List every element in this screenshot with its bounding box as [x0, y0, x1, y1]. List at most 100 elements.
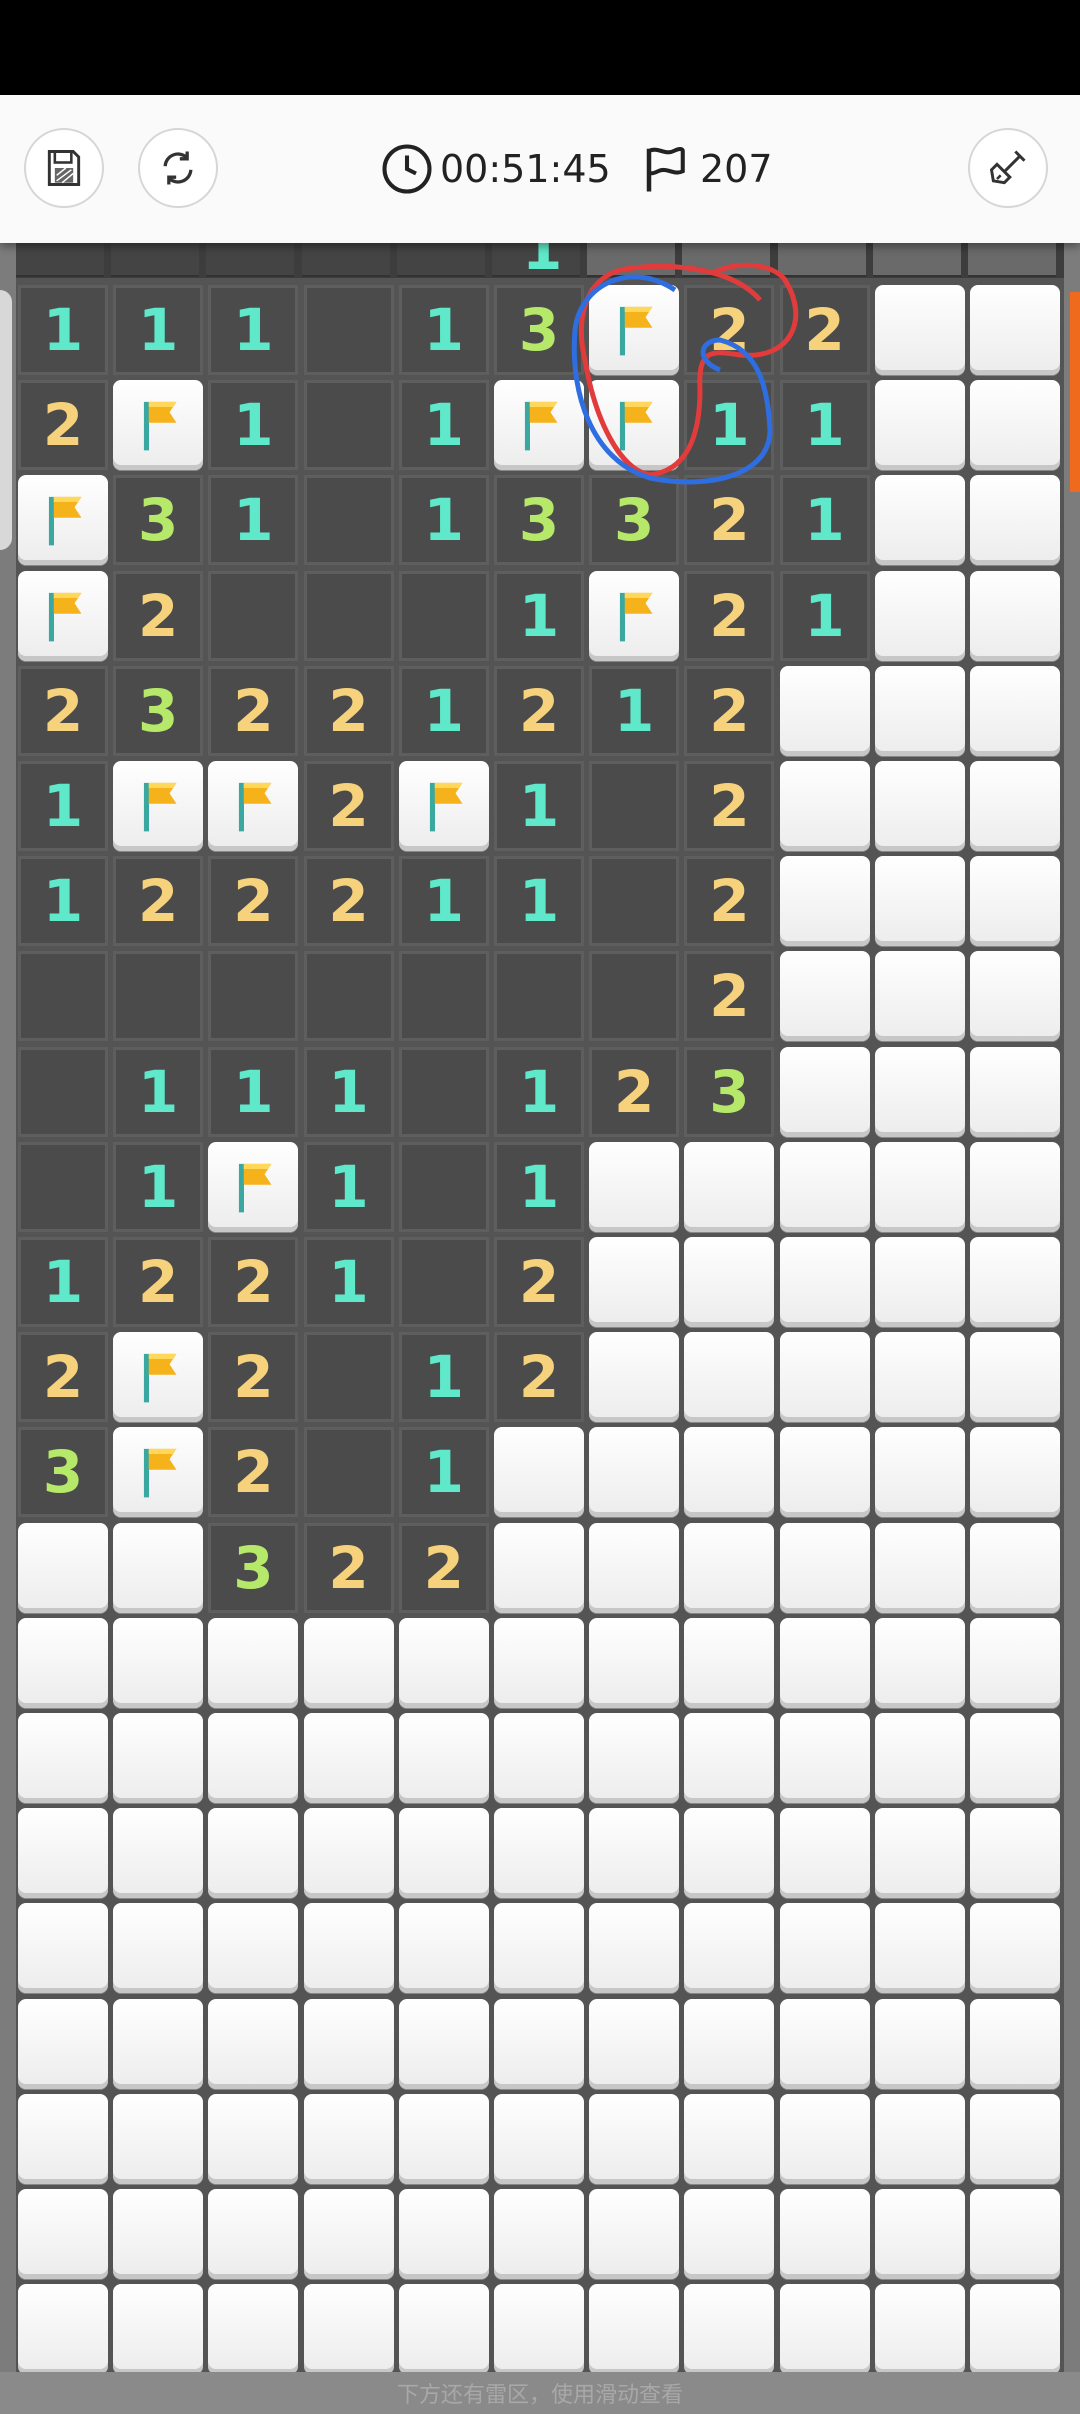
covered-cell[interactable]	[684, 1808, 775, 1899]
covered-cell[interactable]	[779, 1427, 870, 1518]
covered-cell[interactable]	[874, 1522, 965, 1613]
covered-cell[interactable]	[874, 1427, 965, 1518]
flagged-cell[interactable]	[398, 761, 489, 851]
covered-cell[interactable]	[113, 2284, 204, 2375]
covered-cell[interactable]	[684, 1237, 775, 1327]
covered-cell[interactable]	[589, 1141, 680, 1232]
flagged-cell[interactable]	[113, 1427, 204, 1518]
covered-cell[interactable]	[113, 2189, 204, 2279]
covered-cell[interactable]	[874, 2284, 965, 2375]
number-cell[interactable]: 1	[494, 1046, 584, 1137]
covered-cell[interactable]	[208, 1713, 299, 1803]
covered-cell[interactable]	[494, 1713, 584, 1803]
covered-cell[interactable]	[779, 1332, 870, 1423]
covered-cell[interactable]	[684, 1617, 775, 1708]
number-cell[interactable]: 1	[494, 570, 584, 661]
covered-cell[interactable]	[874, 1998, 965, 2089]
covered-cell[interactable]	[208, 2189, 299, 2279]
number-cell[interactable]: 1	[303, 1141, 394, 1232]
covered-cell[interactable]	[589, 2189, 680, 2279]
covered-cell[interactable]	[874, 285, 965, 375]
empty-cell[interactable]	[18, 1046, 108, 1137]
number-cell[interactable]: 1	[113, 1046, 204, 1137]
covered-cell[interactable]	[874, 1903, 965, 1994]
number-cell[interactable]: 3	[113, 665, 204, 756]
number-cell[interactable]: 1	[113, 1141, 204, 1232]
covered-cell[interactable]	[589, 1332, 680, 1423]
covered-cell[interactable]	[303, 1617, 394, 1708]
number-cell[interactable]: 2	[113, 570, 204, 661]
covered-cell[interactable]	[398, 2284, 489, 2375]
covered-cell[interactable]	[113, 2093, 204, 2184]
number-cell[interactable]: 1	[208, 285, 299, 375]
covered-cell[interactable]	[589, 1808, 680, 1899]
number-cell[interactable]: 1	[589, 665, 680, 756]
covered-cell[interactable]	[208, 1998, 299, 2089]
number-cell[interactable]: 3	[494, 475, 584, 566]
covered-cell[interactable]	[684, 2189, 775, 2279]
covered-cell[interactable]	[779, 761, 870, 851]
covered-cell[interactable]	[779, 2284, 870, 2375]
number-cell[interactable]: 2	[18, 665, 108, 756]
covered-cell[interactable]	[684, 2093, 775, 2184]
flagged-cell[interactable]	[113, 380, 204, 471]
shovel-button[interactable]	[968, 128, 1048, 208]
covered-cell[interactable]	[589, 1903, 680, 1994]
number-cell[interactable]: 2	[494, 665, 584, 756]
number-cell[interactable]: 2	[303, 856, 394, 947]
empty-cell[interactable]	[398, 1141, 489, 1232]
number-cell[interactable]: 1	[779, 475, 870, 566]
covered-cell[interactable]	[970, 1046, 1060, 1137]
covered-cell[interactable]	[970, 1332, 1060, 1423]
covered-cell[interactable]	[970, 1141, 1060, 1232]
covered-cell[interactable]	[303, 1713, 394, 1803]
flagged-cell[interactable]	[208, 761, 299, 851]
flagged-cell[interactable]	[113, 1332, 204, 1423]
number-cell[interactable]: 2	[208, 665, 299, 756]
empty-cell[interactable]	[398, 570, 489, 661]
covered-cell[interactable]	[874, 380, 965, 471]
covered-cell[interactable]	[874, 1237, 965, 1327]
number-cell[interactable]: 1	[208, 475, 299, 566]
covered-cell[interactable]	[874, 1713, 965, 1803]
covered-cell[interactable]	[779, 1808, 870, 1899]
number-cell[interactable]: 2	[494, 1237, 584, 1327]
covered-cell[interactable]	[684, 1332, 775, 1423]
covered-cell[interactable]	[113, 1617, 204, 1708]
empty-cell[interactable]	[18, 951, 108, 1042]
number-cell[interactable]: 2	[684, 570, 775, 661]
covered-cell[interactable]	[398, 2093, 489, 2184]
covered-cell[interactable]	[18, 1617, 108, 1708]
covered-cell[interactable]	[589, 2093, 680, 2184]
empty-cell[interactable]	[208, 951, 299, 1042]
empty-cell[interactable]	[303, 475, 394, 566]
number-cell[interactable]: 2	[779, 285, 870, 375]
number-cell[interactable]: 1	[779, 570, 870, 661]
covered-cell[interactable]	[589, 1427, 680, 1518]
covered-cell[interactable]	[113, 1713, 204, 1803]
number-cell[interactable]: 2	[303, 665, 394, 756]
covered-cell[interactable]	[398, 1808, 489, 1899]
covered-cell[interactable]	[874, 1617, 965, 1708]
covered-cell[interactable]	[18, 1522, 108, 1613]
covered-cell[interactable]	[874, 475, 965, 566]
number-cell[interactable]: 2	[684, 761, 775, 851]
number-cell[interactable]: 1	[18, 1237, 108, 1327]
number-cell[interactable]: 1	[208, 1046, 299, 1137]
covered-cell[interactable]	[970, 1713, 1060, 1803]
empty-cell[interactable]	[113, 951, 204, 1042]
covered-cell[interactable]	[970, 380, 1060, 471]
covered-cell[interactable]	[494, 2093, 584, 2184]
covered-cell[interactable]	[970, 665, 1060, 756]
number-cell[interactable]: 2	[589, 1046, 680, 1137]
number-cell[interactable]: 1	[18, 285, 108, 375]
flagged-cell[interactable]	[494, 380, 584, 471]
covered-cell[interactable]	[874, 1808, 965, 1899]
empty-cell[interactable]	[303, 951, 394, 1042]
empty-cell[interactable]	[589, 761, 680, 851]
covered-cell[interactable]	[970, 1998, 1060, 2089]
covered-cell[interactable]	[398, 2189, 489, 2279]
empty-cell[interactable]	[303, 570, 394, 661]
covered-cell[interactable]	[874, 856, 965, 947]
covered-cell[interactable]	[684, 1427, 775, 1518]
